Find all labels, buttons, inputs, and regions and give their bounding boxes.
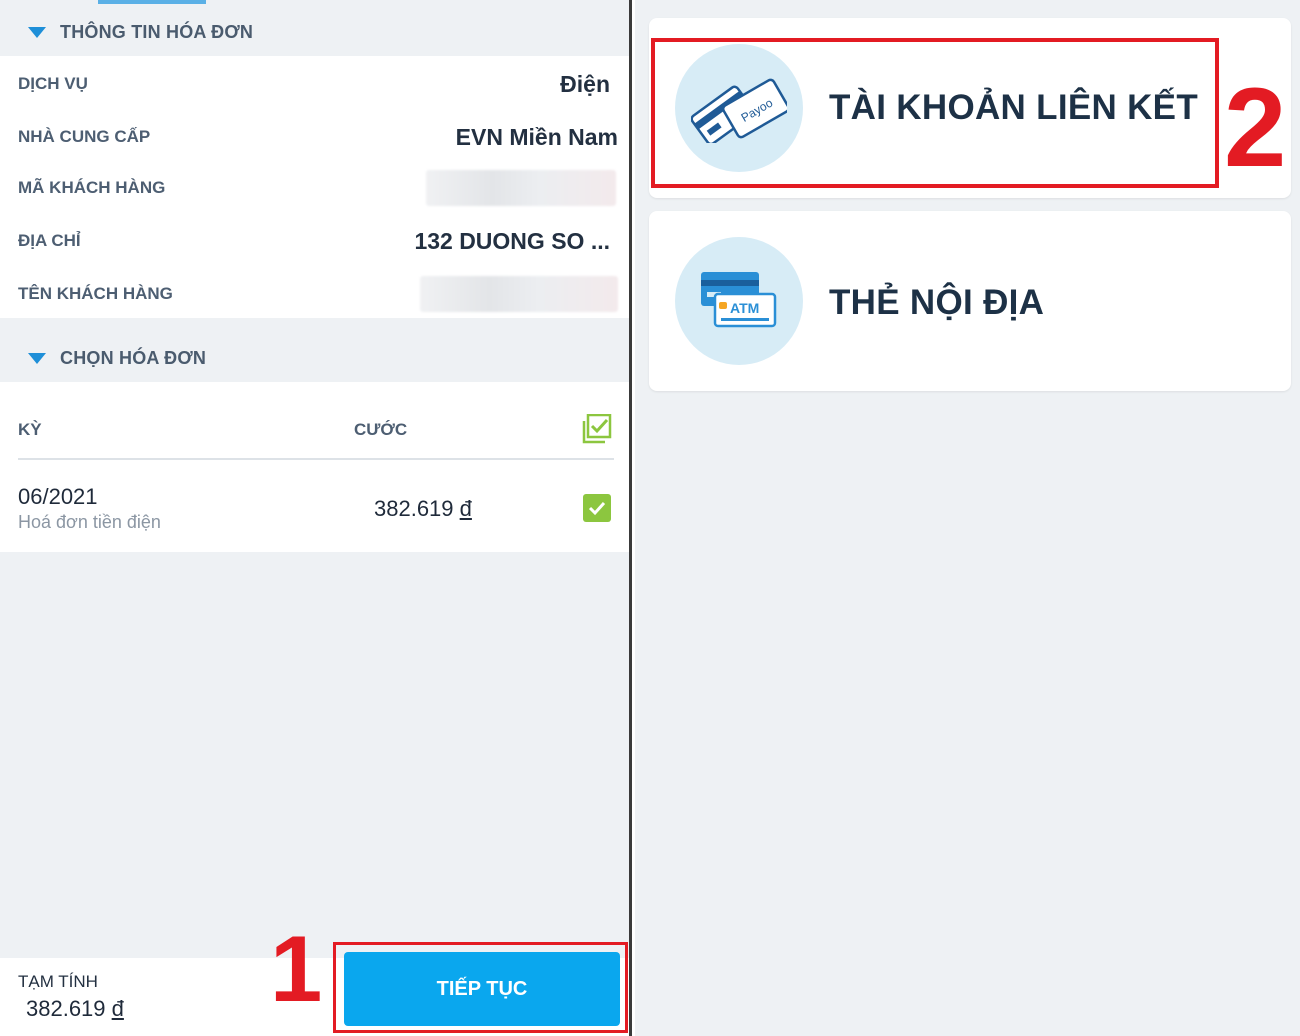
continue-highlight: TIẾP TỤC (333, 942, 628, 1033)
amount-column-header: CƯỚC (354, 420, 408, 439)
info-row-address: ĐỊA CHỈ 132 DUONG SO ... (0, 215, 629, 267)
collapse-arrow-icon (28, 352, 46, 364)
invoice-info-card: DỊCH VỤ Điện NHÀ CUNG CẤP EVN Miền Nam M… (0, 56, 629, 320)
subtotal-label: TẠM TÍNH (18, 972, 98, 991)
provider-label: NHÀ CUNG CẤP (18, 127, 151, 146)
top-tab-indicator (98, 0, 206, 4)
choose-bill-title: CHỌN HÓA ĐƠN (60, 347, 207, 368)
service-value: Điện (560, 70, 610, 97)
continue-button[interactable]: TIẾP TỤC (344, 952, 620, 1026)
invoice-info-title: THÔNG TIN HÓA ĐƠN (60, 21, 254, 42)
linked-account-highlight (651, 38, 1219, 188)
bill-row[interactable]: 06/2021 Hoá đơn tiền điện 382.619 đ (0, 462, 629, 552)
address-label: ĐỊA CHỈ (18, 231, 81, 250)
customer-name-label: TÊN KHÁCH HÀNG (18, 284, 173, 303)
choose-bill-header[interactable]: CHỌN HÓA ĐƠN (0, 332, 629, 384)
svg-text:ATM: ATM (730, 300, 759, 316)
info-row-service: DỊCH VỤ Điện (0, 58, 629, 110)
service-label: DỊCH VỤ (18, 74, 88, 93)
header-divider (18, 458, 614, 460)
step-2-marker: 2 (1224, 65, 1287, 190)
invoice-panel: THÔNG TIN HÓA ĐƠN DỊCH VỤ Điện NHÀ CUNG … (0, 0, 632, 1036)
bill-amount: 382.619 đ (374, 496, 472, 521)
bill-checkbox-icon[interactable] (583, 494, 611, 522)
subtotal-value: 382.619 đ (26, 996, 124, 1021)
period-column-header: KỲ (18, 420, 42, 439)
step-1-marker: 1 (270, 916, 323, 1021)
select-all-checkbox-icon[interactable] (582, 413, 612, 444)
info-row-provider: NHÀ CUNG CẤP EVN Miền Nam (0, 111, 629, 163)
customer-name-redacted (420, 276, 618, 312)
payment-option-domestic-card[interactable]: ATM THẺ NỘI ĐỊA (649, 211, 1291, 391)
bill-table-header: KỲ CƯỚC (0, 382, 629, 460)
atm-card-icon: ATM (675, 237, 803, 365)
customer-code-label: MÃ KHÁCH HÀNG (18, 178, 166, 197)
invoice-info-header[interactable]: THÔNG TIN HÓA ĐƠN (0, 6, 629, 58)
info-row-customer-code: MÃ KHÁCH HÀNG (0, 162, 629, 214)
provider-value: EVN Miền Nam (455, 123, 618, 150)
info-row-customer-name: TÊN KHÁCH HÀNG (0, 268, 629, 320)
bill-description: Hoá đơn tiền điện (18, 512, 161, 532)
address-value: 132 DUONG SO ... (414, 227, 610, 254)
bill-list-card: KỲ CƯỚC 06/2021 Hoá đơn tiền điện 382.61… (0, 382, 629, 552)
customer-code-redacted (426, 170, 616, 206)
bill-period: 06/2021 (18, 484, 98, 509)
collapse-arrow-icon (28, 26, 46, 38)
domestic-card-label: THẺ NỘI ĐỊA (829, 283, 1045, 322)
